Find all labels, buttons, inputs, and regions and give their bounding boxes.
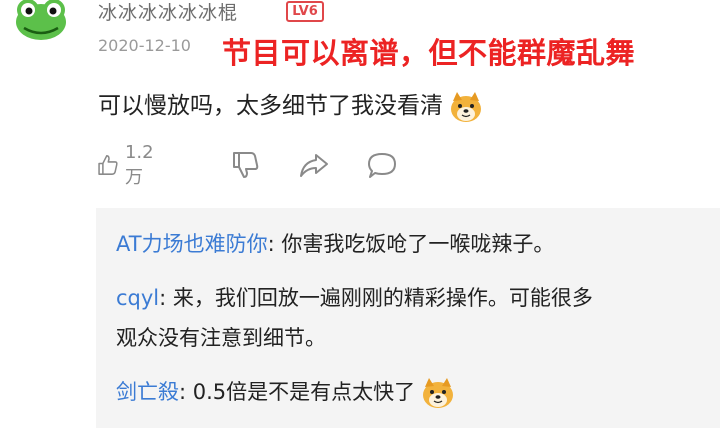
reply-text: 来，我们回放一遍刚刚的精彩操作。可能很多: [172, 286, 593, 310]
comment-date: 2020-12-10: [98, 36, 191, 55]
reply-username[interactable]: cqyl: [116, 286, 159, 310]
reply-text: 你害我吃饭呛了一喉咙辣子。: [281, 232, 555, 256]
doge-emoji-icon: [449, 91, 483, 123]
dislike-button[interactable]: [230, 148, 260, 182]
comment-text: 可以慢放吗，太多细节了我没看清: [98, 93, 443, 119]
level-badge: LV6: [286, 1, 324, 22]
overlay-caption: 节目可以离谱，但不能群魔乱舞: [222, 36, 636, 70]
thumbs-up-icon: [98, 155, 118, 175]
reply-text-continuation: 观众没有注意到细节。: [116, 326, 326, 350]
comment-content: 可以慢放吗，太多细节了我没看清: [98, 86, 483, 123]
reply-separator: :: [267, 232, 282, 256]
reply-username[interactable]: 剑亡殺: [116, 380, 179, 404]
reply-item: AT力场也难防你: 你害我吃饭呛了一喉咙辣子。: [116, 226, 554, 262]
replies-panel: AT力场也难防你: 你害我吃饭呛了一喉咙辣子。 cqyl: 来，我们回放一遍刚刚…: [96, 208, 720, 428]
share-arrow-icon: [300, 154, 328, 177]
comment-username[interactable]: 冰冰冰冰冰冰棍: [98, 0, 238, 25]
like-button[interactable]: 1.2万: [96, 142, 161, 188]
share-button[interactable]: [298, 148, 330, 182]
frog-avatar-icon: [16, 0, 66, 40]
thumbs-down-icon: [233, 152, 259, 178]
reply-separator: :: [179, 380, 193, 404]
like-count: 1.2万: [124, 141, 154, 188]
doge-emoji-icon: [421, 377, 455, 409]
comment-bubble-icon: [368, 153, 396, 178]
reply-item: cqyl: 来，我们回放一遍刚刚的精彩操作。可能很多: [116, 280, 593, 316]
reply-text: 0.5倍是不是有点太快了: [192, 380, 416, 404]
avatar[interactable]: [14, 0, 68, 40]
reply-button[interactable]: [366, 148, 398, 182]
reply-username[interactable]: AT力场也难防你: [116, 232, 268, 256]
reply-separator: :: [159, 286, 173, 310]
